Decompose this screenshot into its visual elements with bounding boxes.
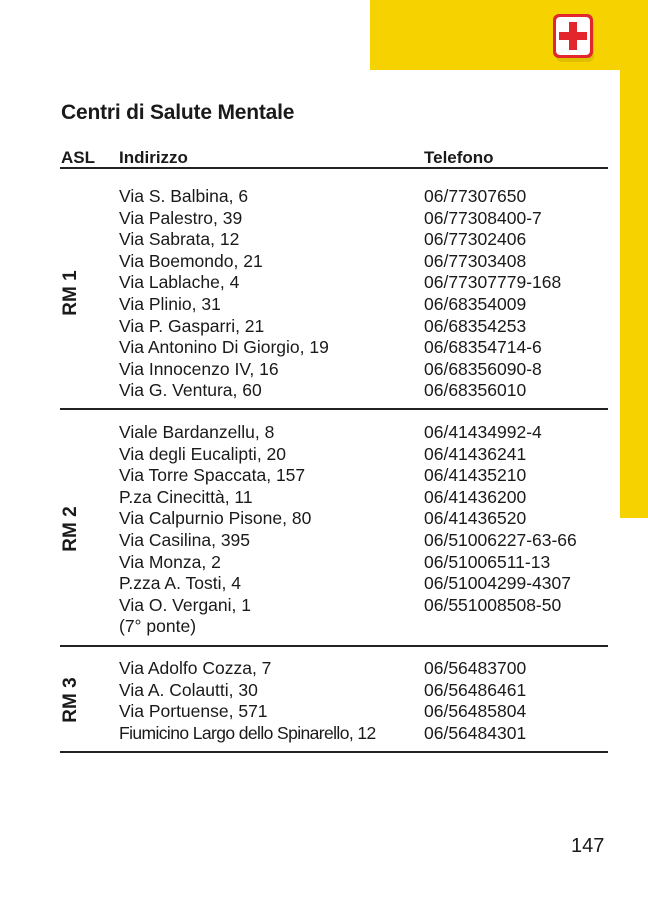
yellow-header-tab <box>370 0 648 70</box>
address-cell: Via Monza, 2 <box>119 551 221 572</box>
address-cell: P.za Cinecittà, 11 <box>119 486 253 507</box>
phone-cell: 06/41436200 <box>424 486 527 507</box>
address-cell: Via degli Eucalipti, 20 <box>119 443 287 464</box>
address-cell: P.zza A. Tosti, 4 <box>119 573 241 594</box>
page-title: Centri di Salute Mentale <box>61 101 295 124</box>
address-cell: Fiumicino Largo dello Spinarello, 12 <box>119 722 376 743</box>
phone-cell: 06/77307650 <box>424 186 527 206</box>
header-divider <box>60 167 608 169</box>
group-divider <box>60 751 608 753</box>
address-cell: Via G. Ventura, 60 <box>119 380 262 401</box>
address-cell: Via Boemondo, 21 <box>119 250 263 271</box>
address-cell: Via Casilina, 395 <box>119 530 251 550</box>
phone-cell: 06/41434992-4 <box>424 422 542 442</box>
phone-cell: 06/68354253 <box>424 315 527 336</box>
address-cell: Via Antonino Di Giorgio, 19 <box>119 337 329 358</box>
column-header-address: Indirizzo <box>119 148 188 167</box>
group-divider <box>60 408 608 410</box>
address-cell: Via A. Colautti, 30 <box>119 679 258 700</box>
address-cell: Via Calpurnio Pisone, 80 <box>119 508 312 529</box>
phone-cell: 06/551008508-50 <box>424 594 562 615</box>
first-aid-kit-icon <box>553 14 594 62</box>
phone-cell: 06/77307779-168 <box>424 272 562 293</box>
phone-cell: 06/68354009 <box>424 294 527 314</box>
phone-cell: 06/68356090-8 <box>424 358 542 379</box>
phone-cell: 06/41436520 <box>424 508 527 529</box>
phone-cell: 06/56483700 <box>424 658 527 678</box>
address-cell: Via S. Balbina, 6 <box>119 186 249 206</box>
address-cell: Via Palestro, 39 <box>119 207 243 228</box>
yellow-side-tab <box>620 0 648 518</box>
address-cell: Via Portuense, 571 <box>119 701 268 722</box>
address-cell: Via Lablache, 4 <box>119 272 240 293</box>
phone-cell: 06/51006511-13 <box>424 551 551 572</box>
phone-cell: 06/77303408 <box>424 250 527 271</box>
page-number: 147 <box>571 835 605 857</box>
asl-label: RM 1 <box>60 270 81 316</box>
phone-cell: 06/68356010 <box>424 380 527 401</box>
address-cell: Via Plinio, 31 <box>119 294 221 314</box>
address-cell: Viale Bardanzellu, 8 <box>119 422 275 442</box>
phone-cell: 06/41436241 <box>424 443 527 464</box>
address-cell: (7° ponte) <box>119 616 197 637</box>
phone-cell: 06/51006227-63-66 <box>424 530 577 550</box>
address-cell: Via Innocenzo IV, 16 <box>119 358 279 379</box>
column-header-phone: Telefono <box>424 148 494 167</box>
asl-label: RM 2 <box>60 506 81 552</box>
column-header-asl: ASL <box>61 148 95 167</box>
phone-cell: 06/41435210 <box>424 465 527 486</box>
phone-cell: 06/56485804 <box>424 701 527 722</box>
phone-cell: 06/56486461 <box>424 679 527 700</box>
group-divider <box>60 645 608 647</box>
address-cell: Via O. Vergani, 1 <box>119 594 251 615</box>
phone-cell: 06/77308400-7 <box>424 207 542 228</box>
phone-cell: 06/68354714-6 <box>424 337 542 358</box>
phone-cell: 06/56484301 <box>424 722 527 743</box>
address-cell: Via P. Gasparri, 21 <box>119 315 265 336</box>
phone-cell: 06/51004299-4307 <box>424 573 571 594</box>
phone-cell: 06/77302406 <box>424 229 527 250</box>
asl-label: RM 3 <box>60 677 81 723</box>
address-cell: Via Adolfo Cozza, 7 <box>119 658 272 678</box>
address-cell: Via Sabrata, 12 <box>119 229 240 250</box>
address-cell: Via Torre Spaccata, 157 <box>119 465 306 486</box>
